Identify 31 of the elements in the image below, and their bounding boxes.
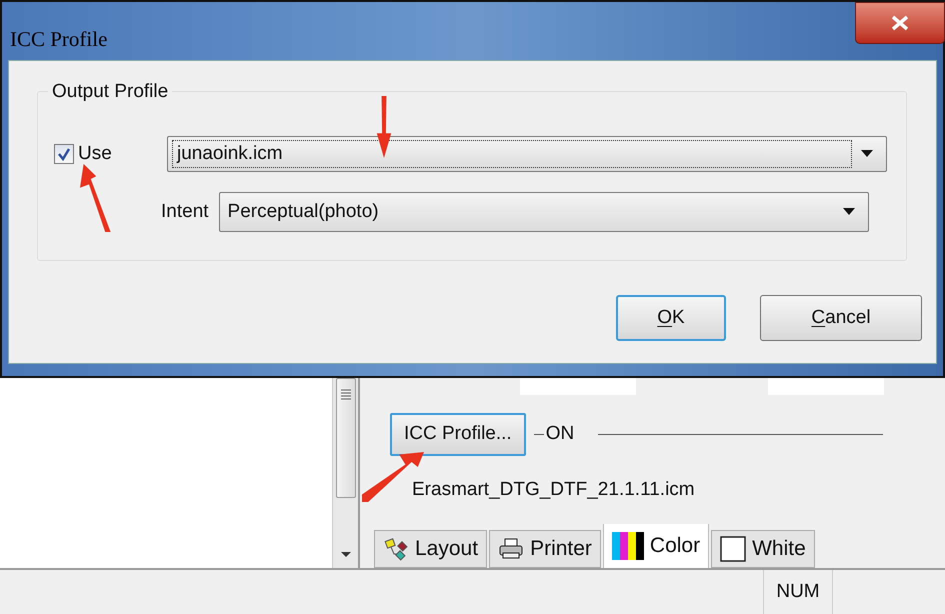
checkbox[interactable]	[54, 144, 74, 164]
grip-icon	[340, 389, 350, 401]
intent-dropdown[interactable]: Perceptual(photo)	[218, 192, 869, 232]
icc-status: ON	[546, 422, 574, 446]
profile-dropdown[interactable]: junaoink.icm	[167, 136, 887, 172]
square-icon	[720, 536, 746, 562]
text-field[interactable]	[768, 378, 884, 395]
tab[interactable]: Printer	[489, 530, 601, 568]
scroll-thumb[interactable]	[336, 378, 356, 498]
scroll-down-icon	[340, 552, 350, 558]
dialog-button[interactable]: OK	[616, 295, 726, 341]
scrollbar[interactable]	[332, 378, 358, 568]
check-icon	[57, 147, 71, 161]
dropdown-arrow-icon	[842, 208, 856, 216]
text-field[interactable]	[520, 378, 636, 395]
dropdown-arrow-icon	[860, 150, 874, 158]
tab[interactable]: White	[711, 530, 815, 568]
window-title: ICC Profile	[10, 26, 108, 53]
profile-file-name: Erasmart_DTG_DTF_21.1.11.icm	[412, 478, 696, 502]
color-bars-icon	[612, 532, 644, 560]
num-indicator: NUM	[763, 570, 833, 614]
shapes-icon	[383, 537, 409, 561]
printer-icon	[498, 538, 524, 560]
close-icon	[891, 15, 909, 31]
icc-profile-button[interactable]: ICC Profile...	[390, 413, 526, 456]
tab[interactable]: Layout	[374, 530, 488, 568]
use-checkbox[interactable]: Use	[54, 140, 159, 168]
tab[interactable]: Color	[602, 524, 710, 568]
intent-label: Intent	[161, 200, 209, 224]
close-button[interactable]	[855, 2, 945, 44]
dialog-button[interactable]: Cancel	[760, 295, 922, 341]
